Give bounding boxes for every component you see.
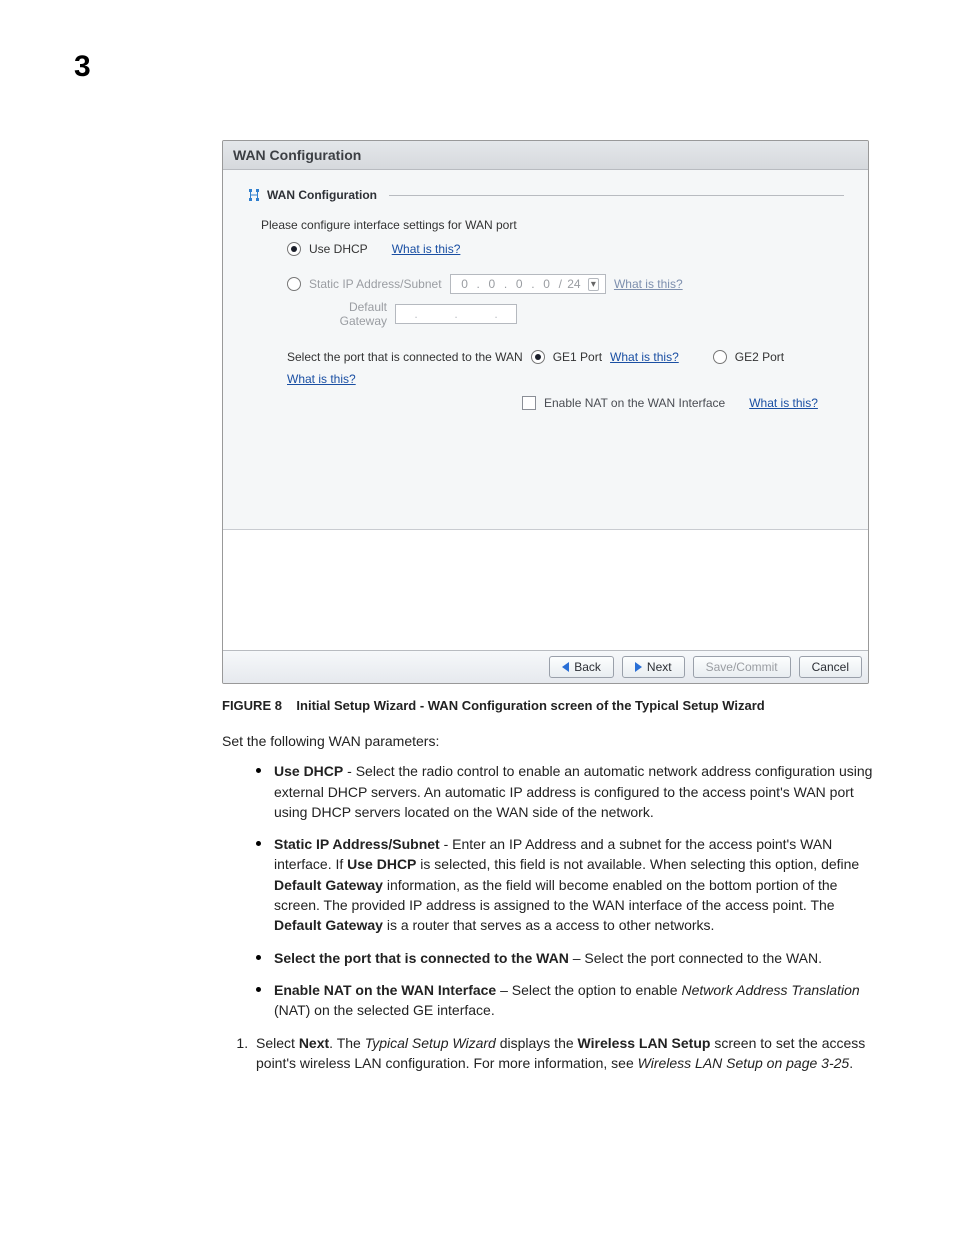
window-title: WAN Configuration [223,141,868,170]
step-list: Select Next. The Typical Setup Wizard di… [228,1033,882,1074]
use-dhcp-label: Use DHCP [309,242,368,256]
nat-row: Enable NAT on the WAN Interface What is … [522,396,844,410]
port-select-row: Select the port that is connected to the… [287,350,844,386]
body-text: Set the following WAN parameters: Use DH… [222,731,882,1073]
use-dhcp-radio[interactable] [287,242,301,256]
screenshot-frame: WAN Configuration WAN Configuration Plea… [222,140,869,684]
what-is-this-link[interactable]: What is this? [610,350,679,364]
ge2-radio[interactable] [713,350,727,364]
static-ip-row: Static IP Address/Subnet 0. 0. 0. 0 / 24… [287,274,844,294]
default-gateway-row: Default Gateway ... [337,300,844,328]
ge1-radio[interactable] [531,350,545,364]
static-ip-label: Static IP Address/Subnet [309,277,442,291]
legend-rule [389,195,844,196]
intro-line: Set the following WAN parameters: [222,731,882,751]
default-gateway-label: Default Gateway [337,300,387,328]
figure-caption: FIGURE 8 Initial Setup Wizard - WAN Conf… [222,698,884,713]
instruction-text: Please configure interface settings for … [261,218,844,232]
static-ip-radio[interactable] [287,277,301,291]
port-select-label: Select the port that is connected to the… [287,350,523,364]
bullet-use-dhcp: Use DHCP - Select the radio control to e… [252,761,882,822]
default-gateway-input[interactable]: ... [395,304,517,324]
what-is-this-link[interactable]: What is this? [749,396,818,410]
ge1-label: GE1 Port [553,350,602,364]
next-icon [635,662,642,672]
next-button[interactable]: Next [622,656,685,678]
ge2-label: GE2 Port [735,350,784,364]
what-is-this-link[interactable]: What is this? [392,242,461,256]
cancel-button[interactable]: Cancel [799,656,862,678]
nat-checkbox[interactable] [522,396,536,410]
bullet-list: Use DHCP - Select the radio control to e… [252,761,882,1020]
save-commit-button[interactable]: Save/Commit [693,656,791,678]
use-dhcp-row: Use DHCP What is this? [287,242,844,256]
step-1: Select Next. The Typical Setup Wizard di… [252,1033,882,1074]
chapter-number: 3 [74,52,91,82]
nat-label: Enable NAT on the WAN Interface [544,396,725,410]
bullet-port: Select the port that is connected to the… [252,948,882,968]
bullet-static-ip: Static IP Address/Subnet - Enter an IP A… [252,834,882,935]
wan-config-panel: WAN Configuration Please configure inter… [223,170,868,530]
figure-label: FIGURE 8 [222,698,282,713]
network-icon [247,188,261,202]
what-is-this-link[interactable]: What is this? [287,372,356,386]
figure-caption-text: Initial Setup Wizard - WAN Configuration… [296,698,764,713]
prefix-dropdown-icon[interactable]: ▾ [588,278,599,291]
back-icon [562,662,569,672]
section-legend-text: WAN Configuration [267,188,377,202]
footer-bar: Back Next Save/Commit Cancel [223,650,868,683]
blank-area [223,530,868,650]
bullet-nat: Enable NAT on the WAN Interface – Select… [252,980,882,1021]
back-button[interactable]: Back [549,656,614,678]
what-is-this-link[interactable]: What is this? [614,277,683,291]
ip-address-input[interactable]: 0. 0. 0. 0 / 24 ▾ [450,274,606,294]
section-legend: WAN Configuration [247,188,844,202]
